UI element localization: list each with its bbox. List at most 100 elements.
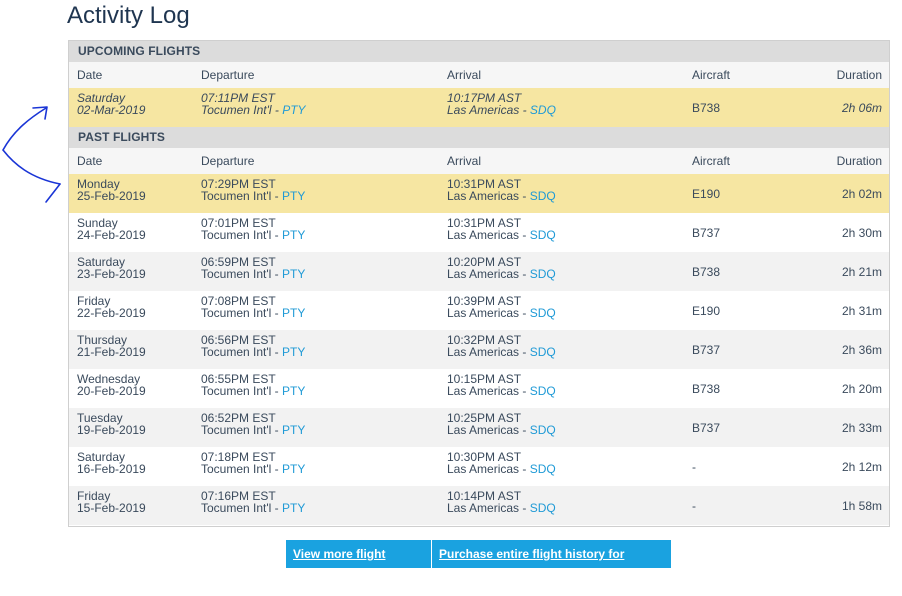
flight-departure: 07:01PM EST Tocumen Int'l - PTY xyxy=(201,217,305,241)
arrival-airport: Las Americas - xyxy=(447,267,530,281)
flight-arrival: 10:20PM AST Las Americas - SDQ xyxy=(447,256,556,280)
flight-aircraft: - xyxy=(692,460,696,474)
departure-airport-code-link[interactable]: PTY xyxy=(282,462,305,476)
departure-airport-code-link[interactable]: PTY xyxy=(282,423,305,437)
flight-date: Friday 22-Feb-2019 xyxy=(77,295,146,319)
flight-duration: 2h 12m xyxy=(841,460,882,474)
flight-date-value: 02-Mar-2019 xyxy=(77,103,146,117)
flight-row: Sunday 24-Feb-2019 07:01PM EST Tocumen Int'… xyxy=(69,213,889,252)
flight-departure: 07:08PM EST Tocumen Int'l - PTY xyxy=(201,295,305,319)
arrival-airport-code-link[interactable]: SDQ xyxy=(530,228,556,242)
flight-date: Sunday 24-Feb-2019 xyxy=(77,217,146,241)
arrival-airport: Las Americas - xyxy=(447,462,530,476)
flight-duration: 2h 36m xyxy=(841,343,882,357)
flight-date-value: 25-Feb-2019 xyxy=(77,189,146,203)
flight-duration: 2h 33m xyxy=(841,421,882,435)
flight-date: Saturday 16-Feb-2019 xyxy=(77,451,146,475)
arrival-airport-code-link[interactable]: SDQ xyxy=(530,423,556,437)
arrival-airport-code-link[interactable]: SDQ xyxy=(530,189,556,203)
departure-airport-code-link[interactable]: PTY xyxy=(282,228,305,242)
upcoming-column-headers: Date Departure Arrival Aircraft Duration xyxy=(69,62,889,88)
arrival-airport: Las Americas - xyxy=(447,306,530,320)
upcoming-flights-heading: UPCOMING FLIGHTS xyxy=(69,41,889,62)
flight-duration: 2h 06m xyxy=(841,101,882,115)
arrival-airport-code-link[interactable]: SDQ xyxy=(530,306,556,320)
flight-date: Monday 25-Feb-2019 xyxy=(77,178,146,202)
flight-aircraft: B738 xyxy=(692,382,721,396)
flight-aircraft: B737 xyxy=(692,226,721,240)
col-header-date: Date xyxy=(77,68,103,82)
departure-airport-code-link[interactable]: PTY xyxy=(282,501,305,515)
departure-airport-code-link[interactable]: PTY xyxy=(282,384,305,398)
arrival-airport-code-link[interactable]: SDQ xyxy=(530,462,556,476)
col-header-duration: Duration xyxy=(836,68,882,82)
flight-row: Saturday 16-Feb-2019 07:18PM EST Tocumen In… xyxy=(69,447,889,486)
flight-date-value: 15-Feb-2019 xyxy=(77,501,146,515)
purchase-history-button[interactable]: Purchase entire flight history for CMP10… xyxy=(431,540,671,589)
flight-arrival: 10:30PM AST Las Americas - SDQ xyxy=(447,451,556,475)
flight-date-value: 19-Feb-2019 xyxy=(77,423,146,437)
col-header-arrival: Arrival xyxy=(447,68,482,82)
arrival-airport: Las Americas - xyxy=(447,345,530,359)
col-header-departure: Departure xyxy=(201,68,255,82)
flight-row: Saturday 23-Feb-2019 06:59PM EST Tocumen In… xyxy=(69,252,889,291)
departure-airport-code-link[interactable]: PTY xyxy=(282,267,305,281)
flight-row: Saturday 02-Mar-2019 07:11PM EST Tocumen In… xyxy=(69,88,889,127)
flight-date-value: 23-Feb-2019 xyxy=(77,267,146,281)
flight-departure: 07:18PM EST Tocumen Int'l - PTY xyxy=(201,451,305,475)
flight-arrival: 10:31PM AST Las Americas - SDQ xyxy=(447,217,556,241)
flight-row: Monday 25-Feb-2019 07:29PM EST Tocumen Int'… xyxy=(69,174,889,213)
flight-arrival: 10:14PM AST Las Americas - SDQ xyxy=(447,490,556,514)
departure-airport: Tocumen Int'l - xyxy=(201,384,282,398)
past-column-headers: Date Departure Arrival Aircraft Duration xyxy=(69,148,889,174)
past-flights-heading: PAST FLIGHTS xyxy=(69,127,889,148)
flight-aircraft: E190 xyxy=(692,304,721,318)
flight-arrival: 10:32PM AST Las Americas - SDQ xyxy=(447,334,556,358)
flight-duration: 2h 30m xyxy=(841,226,882,240)
arrival-airport-code-link[interactable]: SDQ xyxy=(530,384,556,398)
flight-date-value: 20-Feb-2019 xyxy=(77,384,146,398)
flight-departure: 06:52PM EST Tocumen Int'l - PTY xyxy=(201,412,305,436)
flight-aircraft: B737 xyxy=(692,343,721,357)
flight-departure: 06:56PM EST Tocumen Int'l - PTY xyxy=(201,334,305,358)
flight-date-value: 21-Feb-2019 xyxy=(77,345,146,359)
annotation-arrowhead-bottom xyxy=(45,183,61,203)
departure-airport-code-link[interactable]: PTY xyxy=(282,306,305,320)
flight-date: Thursday 21-Feb-2019 xyxy=(77,334,146,358)
flight-row: Tuesday 19-Feb-2019 06:52PM EST Tocumen Int… xyxy=(69,408,889,447)
arrival-airport: Las Americas - xyxy=(447,501,530,515)
flight-arrival: 10:31PM AST Las Americas - SDQ xyxy=(447,178,556,202)
col-header-duration: Duration xyxy=(836,154,882,168)
flight-date-value: 24-Feb-2019 xyxy=(77,228,146,242)
flight-row: Wednesday 20-Feb-2019 06:55PM EST Tocumen I… xyxy=(69,369,889,408)
flight-arrival: 10:25PM AST Las Americas - SDQ xyxy=(447,412,556,436)
arrival-airport-code-link[interactable]: SDQ xyxy=(530,267,556,281)
history-button-bar: View more flight history Purchase entire… xyxy=(286,540,671,589)
departure-airport-code-link[interactable]: PTY xyxy=(282,189,305,203)
flight-duration: 2h 20m xyxy=(841,382,882,396)
arrival-airport: Las Americas - xyxy=(447,189,530,203)
view-more-history-button[interactable]: View more flight history xyxy=(286,540,431,589)
departure-airport: Tocumen Int'l - xyxy=(201,267,282,281)
col-header-departure: Departure xyxy=(201,154,255,168)
flight-departure: 07:29PM EST Tocumen Int'l - PTY xyxy=(201,178,305,202)
flight-date: Friday 15-Feb-2019 xyxy=(77,490,146,514)
flight-duration: 2h 31m xyxy=(841,304,882,318)
departure-airport-code-link[interactable]: PTY xyxy=(282,345,305,359)
arrival-airport: Las Americas - xyxy=(447,384,530,398)
flight-aircraft: - xyxy=(692,499,696,513)
arrival-airport: Las Americas - xyxy=(447,103,530,117)
departure-airport: Tocumen Int'l - xyxy=(201,462,282,476)
arrival-airport-code-link[interactable]: SDQ xyxy=(530,501,556,515)
flight-departure: 07:11PM EST Tocumen Int'l - PTY xyxy=(201,92,306,116)
flight-row: Friday 22-Feb-2019 07:08PM EST Tocumen Int'… xyxy=(69,291,889,330)
activity-log-panel: UPCOMING FLIGHTS Date Departure Arrival … xyxy=(68,40,890,527)
arrival-airport-code-link[interactable]: SDQ xyxy=(530,345,556,359)
departure-airport-code-link[interactable]: PTY xyxy=(282,103,305,117)
flight-date-value: 16-Feb-2019 xyxy=(77,462,146,476)
arrival-airport-code-link[interactable]: SDQ xyxy=(530,103,556,117)
arrival-airport: Las Americas - xyxy=(447,228,530,242)
page-title: Activity Log xyxy=(67,2,190,29)
hand-drawn-arrow-annotation xyxy=(2,106,61,203)
departure-airport: Tocumen Int'l - xyxy=(201,501,282,515)
